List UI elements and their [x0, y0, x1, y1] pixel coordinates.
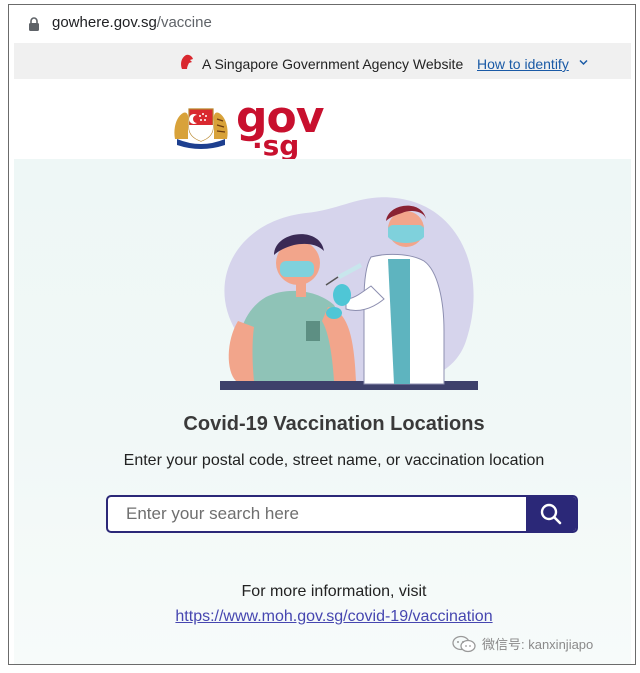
search-bar [106, 495, 578, 533]
gov-banner-text: A Singapore Government Agency Website [202, 56, 464, 72]
lock-icon [29, 17, 39, 31]
search-icon [540, 503, 562, 525]
url-path: /vaccine [156, 14, 212, 31]
more-info-text: For more information, visit [241, 583, 427, 600]
vaccination-illustration [220, 197, 478, 390]
how-to-identify-link[interactable]: How to identify [477, 56, 569, 72]
url-text[interactable]: gowhere.gov.sg/vaccine [52, 14, 212, 31]
page-title: Covid-19 Vaccination Locations [183, 413, 485, 435]
watermark-text: 微信号: kanxinjiapo [482, 637, 594, 652]
sg-wordmark: ·sg [252, 129, 300, 162]
wechat-watermark: 微信号: kanxinjiapo [452, 634, 593, 653]
chevron-down-icon[interactable] [579, 59, 588, 66]
gov-masthead: A Singapore Government Agency Website Ho… [14, 43, 631, 79]
browser-window: gowhere.gov.sg/vaccine A Singapore Gover… [8, 4, 636, 665]
hero-section: Covid-19 Vaccination Locations Enter you… [14, 159, 631, 664]
site-header: gov ·sg [14, 79, 631, 162]
address-bar[interactable]: gowhere.gov.sg/vaccine [9, 5, 635, 43]
lion-head-icon [181, 54, 193, 69]
search-input[interactable] [108, 497, 526, 531]
wechat-icon [452, 635, 476, 652]
search-button[interactable] [526, 497, 576, 531]
moh-vaccination-link[interactable]: https://www.moh.gov.sg/covid-19/vaccinat… [14, 608, 635, 626]
url-host: gowhere.gov.sg [52, 14, 157, 31]
page-subtitle: Enter your postal code, street name, or … [123, 452, 545, 469]
singapore-crest-icon[interactable] [171, 99, 231, 149]
